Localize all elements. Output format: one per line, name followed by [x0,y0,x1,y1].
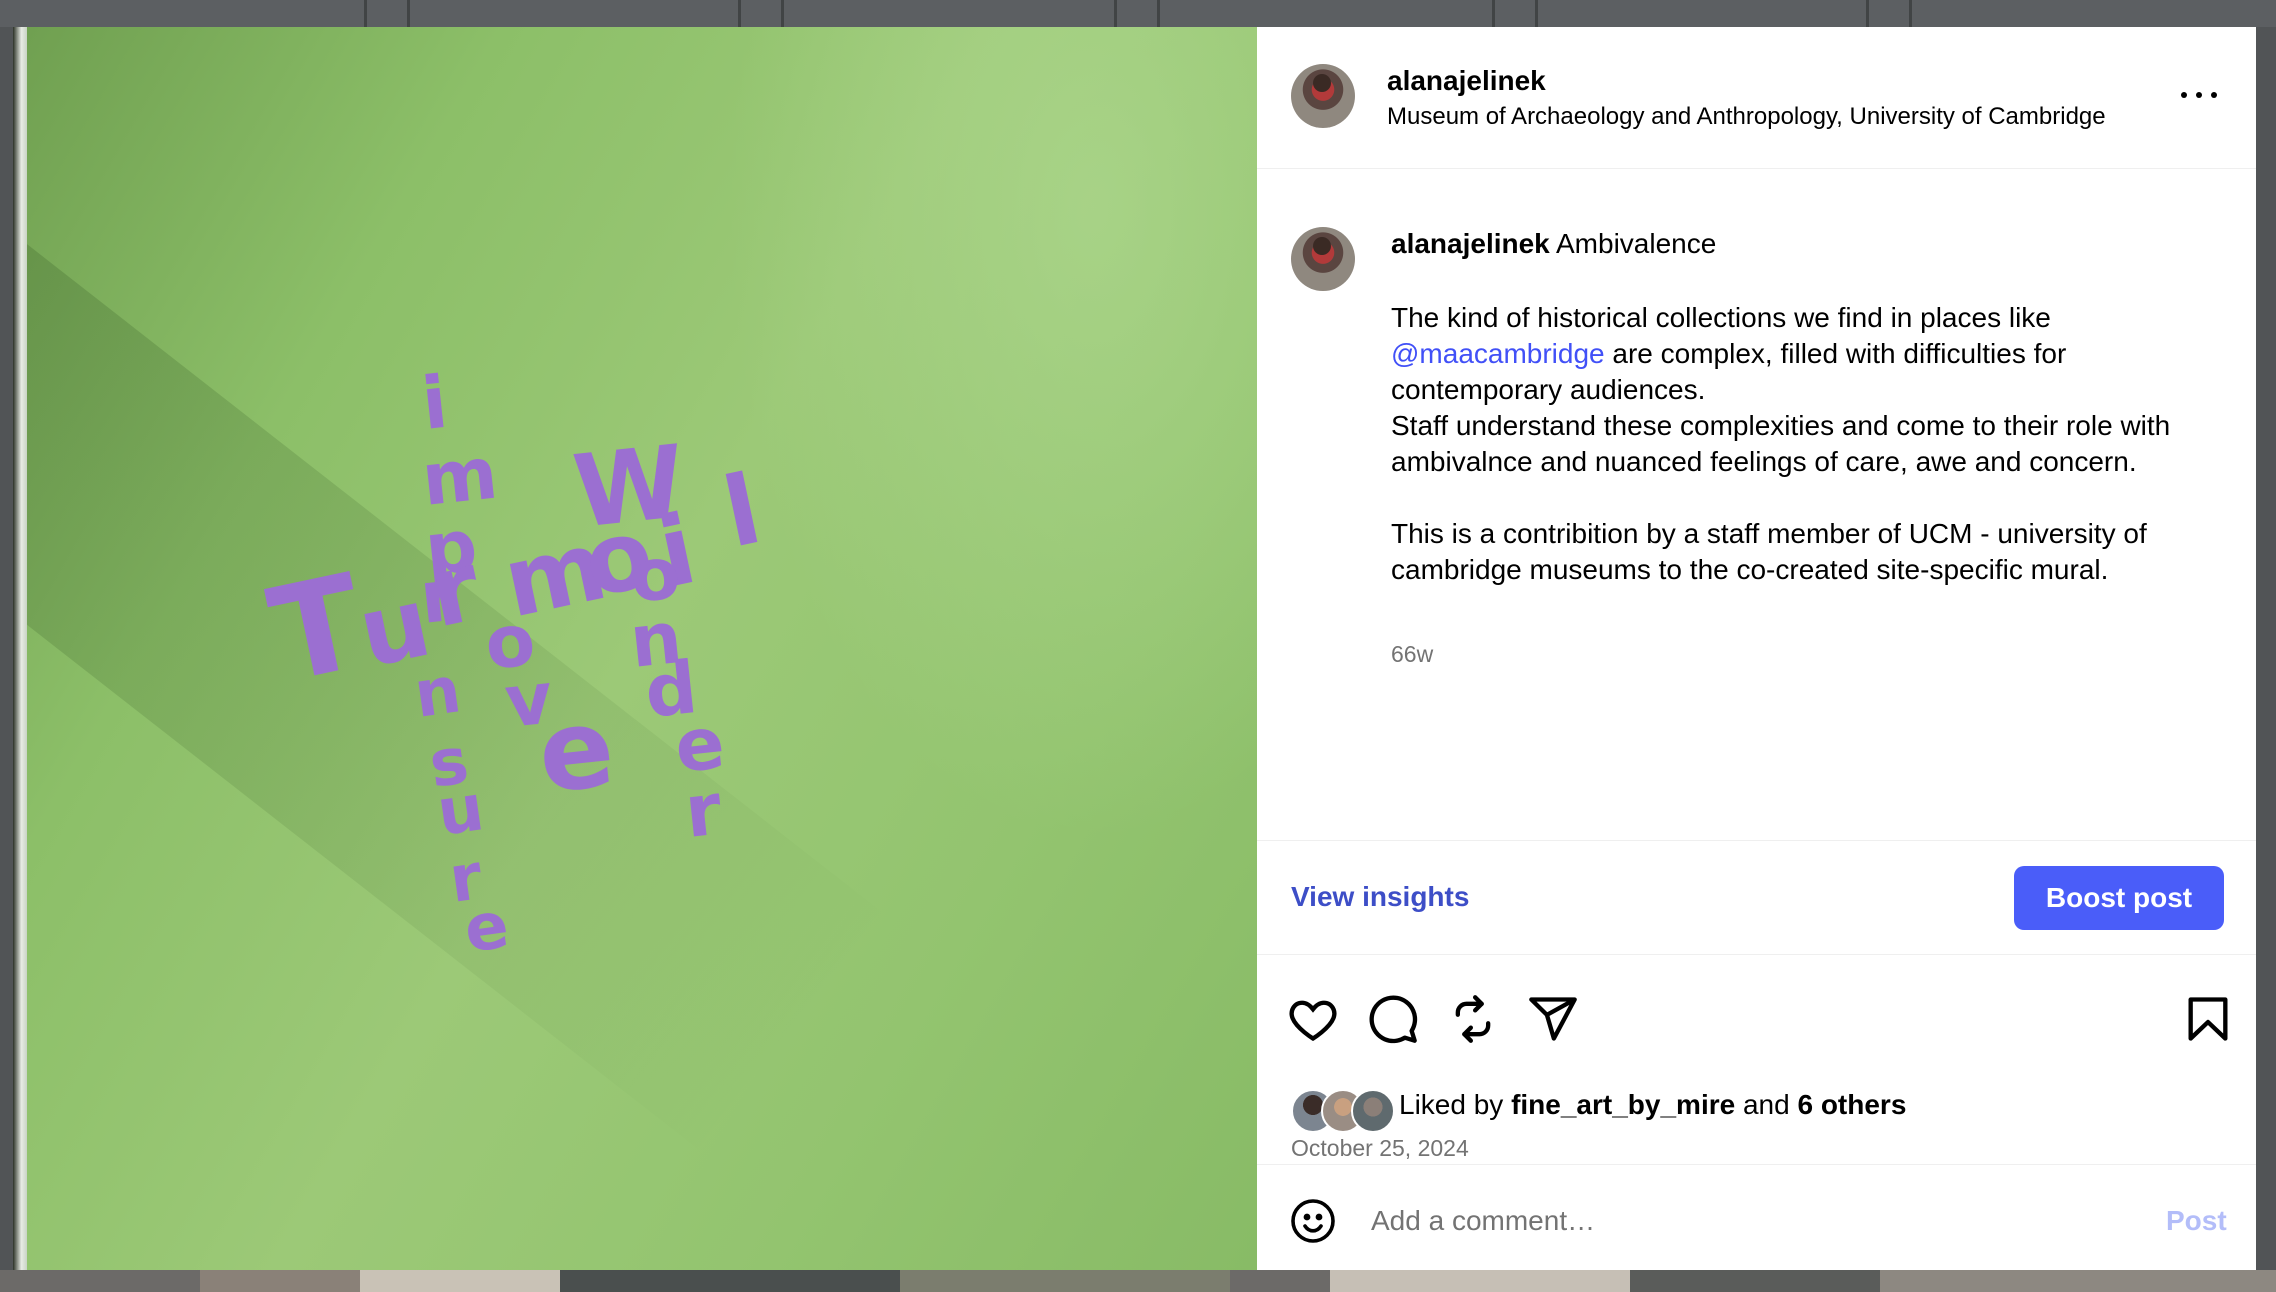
post-comment-button[interactable]: Post [2166,1205,2227,1237]
post-date: October 25, 2024 [1291,1135,1469,1161]
avatar[interactable] [1291,64,1355,128]
repost-icon[interactable] [1447,993,1499,1045]
mention-link[interactable]: @maacambridge [1391,338,1605,369]
mural-letter: i [418,360,451,446]
bookmark-icon[interactable] [2182,993,2234,1045]
liker-username[interactable]: fine_art_by_mire [1511,1089,1735,1120]
comment-bar: Post [1257,1164,2256,1271]
mural-letter: l [714,453,769,569]
mural-letter: e [460,889,513,968]
mural-letter: T [258,545,376,712]
likes-others-link[interactable]: 6 others [1797,1089,1906,1120]
comment-input[interactable] [1369,1195,1993,1247]
mural-letter: e [532,683,620,818]
thumbnail [900,1270,1230,1292]
post-header: alanajelinek Museum of Archaeology and A… [1257,27,2256,169]
caption-line: The kind of historical collections we fi… [1391,302,2051,333]
background-grid-thumbnails [0,1270,2276,1292]
post-author-username[interactable]: alanajelinek [1387,65,1546,97]
likes-prefix: Liked by [1399,1089,1504,1120]
avatar [1351,1089,1395,1133]
caption-title: Ambivalence [1556,228,1717,259]
post-image[interactable]: improveTurmoilnsureWonder [13,27,1257,1270]
post-timestamp[interactable]: 66w [1391,641,1433,668]
thumbnail [360,1270,560,1292]
caption-paragraph: This is a contribition by a staff member… [1391,518,2147,585]
heart-icon[interactable] [1287,993,1339,1045]
caption-username[interactable]: alanajelinek [1391,228,1550,259]
emoji-icon[interactable] [1289,1197,1337,1245]
thumbnail [560,1270,900,1292]
insights-bar: View insights Boost post [1257,840,2256,955]
caption-paragraph: Staff understand these complexities and … [1391,410,2171,477]
view-insights-link[interactable]: View insights [1291,881,1469,913]
comment-icon[interactable] [1367,993,1419,1045]
post-detail-panel: alanajelinek Museum of Archaeology and A… [1257,27,2256,1270]
thumbnail [200,1270,360,1292]
boost-post-button[interactable]: Boost post [2014,866,2224,930]
mural-letter: u [433,771,488,851]
avatar[interactable] [1291,227,1355,291]
post-location[interactable]: Museum of Archaeology and Anthropology, … [1387,103,2106,131]
more-options-icon[interactable] [2179,87,2219,103]
thumbnail [1630,1270,1880,1292]
caption-text: The kind of historical collections we fi… [1391,300,2221,588]
send-icon[interactable] [1527,993,1579,1045]
thumbnail [1330,1270,1630,1292]
action-bar: Liked by fine_art_by_mire and 6 others O… [1257,953,2256,1161]
mural-letter: n [410,653,465,733]
caption-section: alanajelinek Ambivalence The kind of his… [1257,168,2256,840]
background-profile-tabs [0,0,2276,32]
caption-header: alanajelinek Ambivalence [1391,228,1716,260]
likes-and: and [1742,1089,1790,1120]
likes-summary: Liked by fine_art_by_mire and 6 others [1399,1089,1906,1121]
mural-lettering: improveTur moi lnsureWonder [258,360,770,968]
thumbnail [1880,1270,2276,1292]
